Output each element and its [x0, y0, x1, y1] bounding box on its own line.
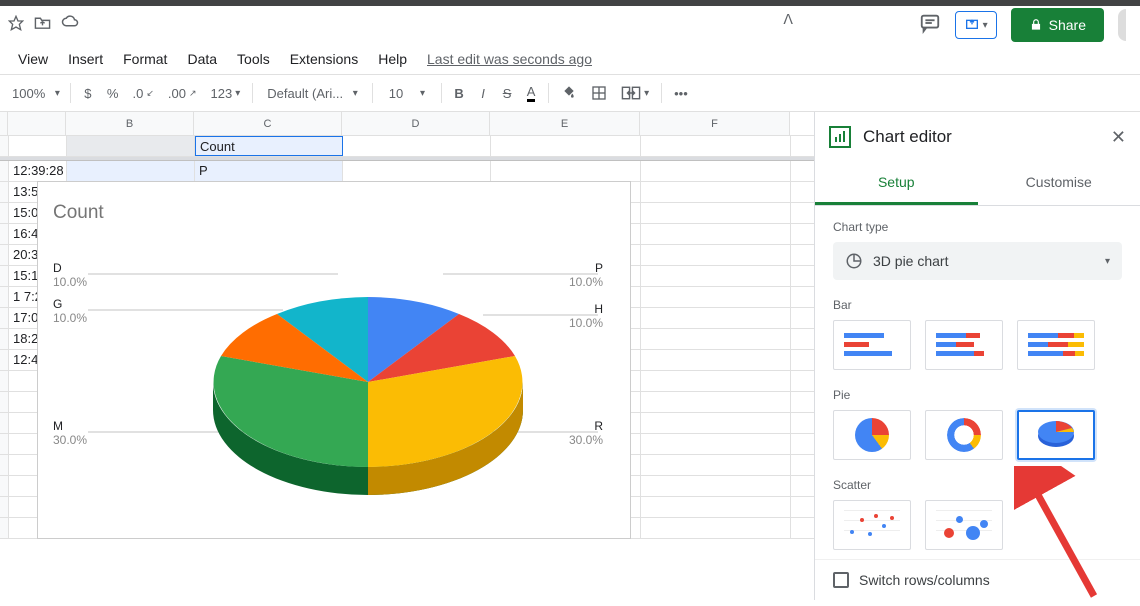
present-button[interactable]: ▾: [955, 11, 997, 39]
fill-color-button[interactable]: [555, 81, 583, 105]
svg-text:D: D: [53, 261, 62, 275]
chart-option-bar-2[interactable]: [925, 320, 1003, 370]
svg-text:10.0%: 10.0%: [569, 316, 603, 330]
column-header-e[interactable]: E: [490, 112, 640, 135]
svg-text:M: M: [53, 419, 63, 433]
star-icon[interactable]: [8, 15, 24, 36]
column-header-c[interactable]: C: [194, 112, 342, 135]
chart-option-bar-1[interactable]: [833, 320, 911, 370]
decrease-decimal-button[interactable]: .0↙: [126, 82, 159, 105]
svg-text:P: P: [595, 261, 603, 275]
chart-option-scatter-2[interactable]: [925, 500, 1003, 550]
svg-text:H: H: [594, 302, 603, 316]
section-bar-label: Bar: [833, 298, 1122, 312]
tab-setup[interactable]: Setup: [815, 162, 978, 205]
chart-option-scatter-1[interactable]: [833, 500, 911, 550]
account-avatar[interactable]: [1118, 9, 1126, 41]
svg-text:30.0%: 30.0%: [53, 433, 87, 447]
format-percent-button[interactable]: %: [101, 82, 125, 105]
section-pie-label: Pie: [833, 388, 1122, 402]
zoom-select[interactable]: 100% ▾: [8, 82, 64, 105]
bold-button[interactable]: B: [448, 82, 470, 105]
font-size-select[interactable]: 10 ▾: [379, 82, 435, 105]
merge-cells-button[interactable]: ▾: [615, 81, 655, 105]
menu-extensions[interactable]: Extensions: [282, 47, 366, 71]
svg-text:G: G: [53, 297, 62, 311]
format-currency-button[interactable]: $: [77, 82, 99, 105]
cloud-status-icon[interactable]: [61, 15, 79, 36]
cell-time-0[interactable]: 12:39:28: [9, 161, 67, 181]
chart-editor-panel: Chart editor ✕ Setup Customise Chart typ…: [814, 112, 1140, 600]
more-toolbar-button[interactable]: •••: [668, 82, 694, 105]
chart-title: Count: [53, 202, 104, 224]
move-folder-icon[interactable]: [34, 15, 51, 36]
chart-option-bar-3[interactable]: [1017, 320, 1095, 370]
chart-type-label: Chart type: [833, 220, 1122, 234]
section-scatter-label: Scatter: [833, 478, 1122, 492]
increase-decimal-button[interactable]: .00↗: [162, 82, 203, 105]
spreadsheet-grid[interactable]: B C D E F Count 12:39:28 P 13:59: [0, 112, 814, 600]
menu-insert[interactable]: Insert: [60, 47, 111, 71]
tab-customise[interactable]: Customise: [978, 162, 1140, 205]
menu-help[interactable]: Help: [370, 47, 415, 71]
close-panel-button[interactable]: ✕: [1111, 127, 1126, 148]
toolbar: 100% ▾ $ % .0↙ .00↗ 123▾ Default (Ari...…: [0, 74, 1140, 112]
svg-text:30.0%: 30.0%: [569, 433, 603, 447]
collapse-toolbar-icon[interactable]: ᐱ: [772, 0, 804, 39]
menu-format[interactable]: Format: [115, 47, 175, 71]
embedded-chart[interactable]: Count D 10.0% G 10.0% M 30.0% P 10.0% H …: [37, 181, 631, 539]
svg-text:10.0%: 10.0%: [53, 311, 87, 325]
more-formats-button[interactable]: 123▾: [204, 82, 246, 105]
column-header-f[interactable]: F: [640, 112, 790, 135]
menu-data[interactable]: Data: [179, 47, 225, 71]
text-color-button[interactable]: A: [520, 80, 542, 106]
menu-tools[interactable]: Tools: [229, 47, 278, 71]
strikethrough-button[interactable]: S: [496, 82, 518, 105]
switch-rows-columns-checkbox[interactable]: Switch rows/columns: [815, 559, 1140, 600]
chart-option-pie-2[interactable]: [925, 410, 1003, 460]
svg-text:10.0%: 10.0%: [53, 275, 87, 289]
chart-option-pie-3d[interactable]: [1017, 410, 1095, 460]
italic-button[interactable]: I: [472, 82, 494, 105]
cell-c1[interactable]: Count: [195, 136, 343, 156]
chart-option-pie-1[interactable]: [833, 410, 911, 460]
cell-c3[interactable]: P: [195, 161, 343, 181]
comment-history-icon[interactable]: [919, 12, 941, 39]
svg-text:10.0%: 10.0%: [569, 275, 603, 289]
svg-text:R: R: [594, 419, 603, 433]
font-select[interactable]: Default (Ari... ▾: [259, 82, 366, 105]
menu-view[interactable]: View: [10, 47, 56, 71]
borders-button[interactable]: [585, 81, 613, 105]
checkbox-icon: [833, 572, 849, 588]
menu-bar: View Insert Format Data Tools Extensions…: [0, 44, 1140, 74]
chart-type-select[interactable]: 3D pie chart ▾: [833, 242, 1122, 280]
share-button[interactable]: Share: [1011, 8, 1104, 42]
column-header-b[interactable]: B: [66, 112, 194, 135]
panel-title: Chart editor: [863, 127, 1099, 147]
column-header-d[interactable]: D: [342, 112, 490, 135]
chart-editor-icon: [829, 126, 851, 148]
last-edit-link[interactable]: Last edit was seconds ago: [427, 51, 592, 67]
